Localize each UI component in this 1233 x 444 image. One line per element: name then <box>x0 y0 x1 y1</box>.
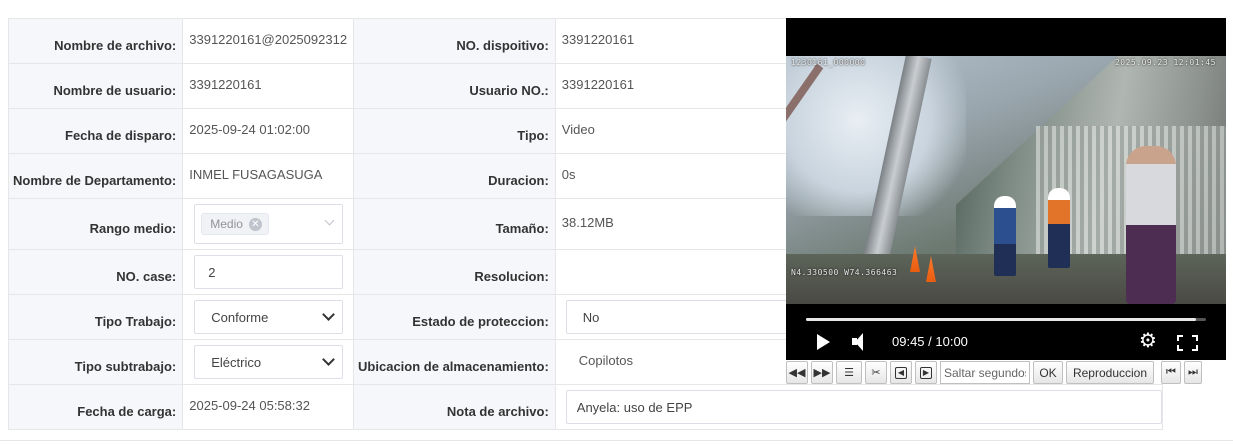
label-nombre-archivo: Nombre de archivo: <box>7 18 184 64</box>
value-nombre-archivo: 3391220161@2025092312 <box>182 18 355 64</box>
playback-button[interactable]: Reproduccion <box>1066 361 1154 384</box>
tipo-trabajo-cell: Conforme <box>182 294 355 340</box>
tipo-subtrabajo-select[interactable]: Eléctrico <box>194 345 344 379</box>
rewind-icon: ◀◀ <box>788 367 806 379</box>
scissors-icon: ✂ <box>871 367 881 379</box>
next-frame-icon: ▶ <box>920 366 932 379</box>
label-duracion: Duracion: <box>353 153 556 199</box>
rewind-button[interactable]: ◀◀ <box>786 361 808 384</box>
bottom-divider <box>0 440 1233 441</box>
list-button[interactable]: ☰ <box>836 361 862 384</box>
time-display: 09:45 / 10:00 <box>892 334 968 349</box>
tipo-subtrabajo-cell: Eléctrico <box>182 339 355 385</box>
skip-end-icon: ⏭ <box>1188 366 1198 378</box>
label-usuario-no: Usuario NO.: <box>353 63 556 109</box>
skip-start-icon: ⏮ <box>1166 366 1176 378</box>
prev-frame-button[interactable]: ◀ <box>890 361 912 384</box>
first-button[interactable]: ⏮ <box>1161 361 1181 384</box>
label-nota-archivo: Nota de archivo: <box>353 384 556 430</box>
video-controls: 09:45 / 10:00 ⚙ <box>786 304 1226 360</box>
progress-bar[interactable] <box>806 318 1206 321</box>
osd-datetime: 2025.09.23 12:01:45 <box>1114 58 1216 67</box>
label-tipo-subtrabajo: Tipo subtrabajo: <box>7 339 184 385</box>
play-icon[interactable] <box>817 334 830 350</box>
gear-icon[interactable]: ⚙ <box>1139 331 1157 351</box>
label-fecha-carga: Fecha de carga: <box>7 384 184 430</box>
label-fecha-disparo: Fecha de disparo: <box>7 108 184 154</box>
chevron-down-icon <box>324 215 335 226</box>
osd-device-id: 1230161_000000 <box>791 58 866 67</box>
label-tamano: Tamaño: <box>353 198 556 250</box>
no-case-cell: 2 <box>182 249 355 295</box>
next-frame-button[interactable]: ▶ <box>915 361 937 384</box>
chevron-down-icon <box>322 308 335 321</box>
chevron-down-icon <box>322 353 335 366</box>
no-case-input[interactable]: 2 <box>194 255 344 289</box>
label-resolucion: Resolucion: <box>353 249 556 295</box>
value-nombre-usuario: 3391220161 <box>182 63 355 109</box>
label-estado-proteccion: Estado de proteccion: <box>353 294 556 340</box>
nota-archivo-cell: Anyela: uso de EPP <box>554 384 1163 430</box>
rango-medio-tag: Medio ✕ <box>201 213 269 235</box>
rango-medio-tag-label: Medio <box>210 217 243 231</box>
prev-frame-icon: ◀ <box>895 366 907 379</box>
fullscreen-icon[interactable] <box>1177 335 1198 351</box>
value-nombre-departamento: INMEL FUSAGASUGA <box>182 153 355 199</box>
video-frame <box>786 56 1226 304</box>
rango-medio-cell: Medio ✕ <box>182 198 355 250</box>
tipo-trabajo-select[interactable]: Conforme <box>194 300 344 334</box>
ok-button[interactable]: OK <box>1033 361 1063 384</box>
playback-toolbar: ◀◀ ▶▶ ☰ ✂ ◀ ▶ OK Reproduccion ⏮ ⏭ <box>786 361 1228 384</box>
seek-seconds-input[interactable] <box>940 361 1030 384</box>
label-tipo: Tipo: <box>353 108 556 154</box>
volume-icon[interactable] <box>852 333 864 351</box>
value-fecha-carga: 2025-09-24 05:58:32 <box>182 384 355 430</box>
tag-remove-icon[interactable]: ✕ <box>248 217 262 231</box>
label-nombre-departamento: Nombre de Departamento: <box>7 153 184 199</box>
label-tipo-trabajo: Tipo Trabajo: <box>7 294 184 340</box>
nota-archivo-input[interactable]: Anyela: uso de EPP <box>565 390 1162 424</box>
label-nombre-usuario: Nombre de usuario: <box>7 63 184 109</box>
label-no-case: NO. case: <box>7 249 184 295</box>
rango-medio-select[interactable]: Medio ✕ <box>194 204 344 244</box>
video-player[interactable]: 1230161_000000 2025.09.23 12:01:45 N4.33… <box>786 18 1226 360</box>
value-fecha-disparo: 2025-09-24 01:02:00 <box>182 108 355 154</box>
cut-button[interactable]: ✂ <box>865 361 887 384</box>
progress-fill <box>806 318 1196 321</box>
fast-forward-button[interactable]: ▶▶ <box>811 361 833 384</box>
fast-forward-icon: ▶▶ <box>813 367 831 379</box>
osd-gps: N4.330500 W74.366463 <box>791 268 898 277</box>
label-rango-medio: Rango medio: <box>7 198 184 250</box>
list-icon: ☰ <box>844 367 854 379</box>
last-button[interactable]: ⏭ <box>1184 361 1202 384</box>
label-no-dispositivo: NO. dispoitivo: <box>353 18 556 64</box>
label-ubicacion: Ubicacion de almacenamiento: <box>353 339 556 385</box>
